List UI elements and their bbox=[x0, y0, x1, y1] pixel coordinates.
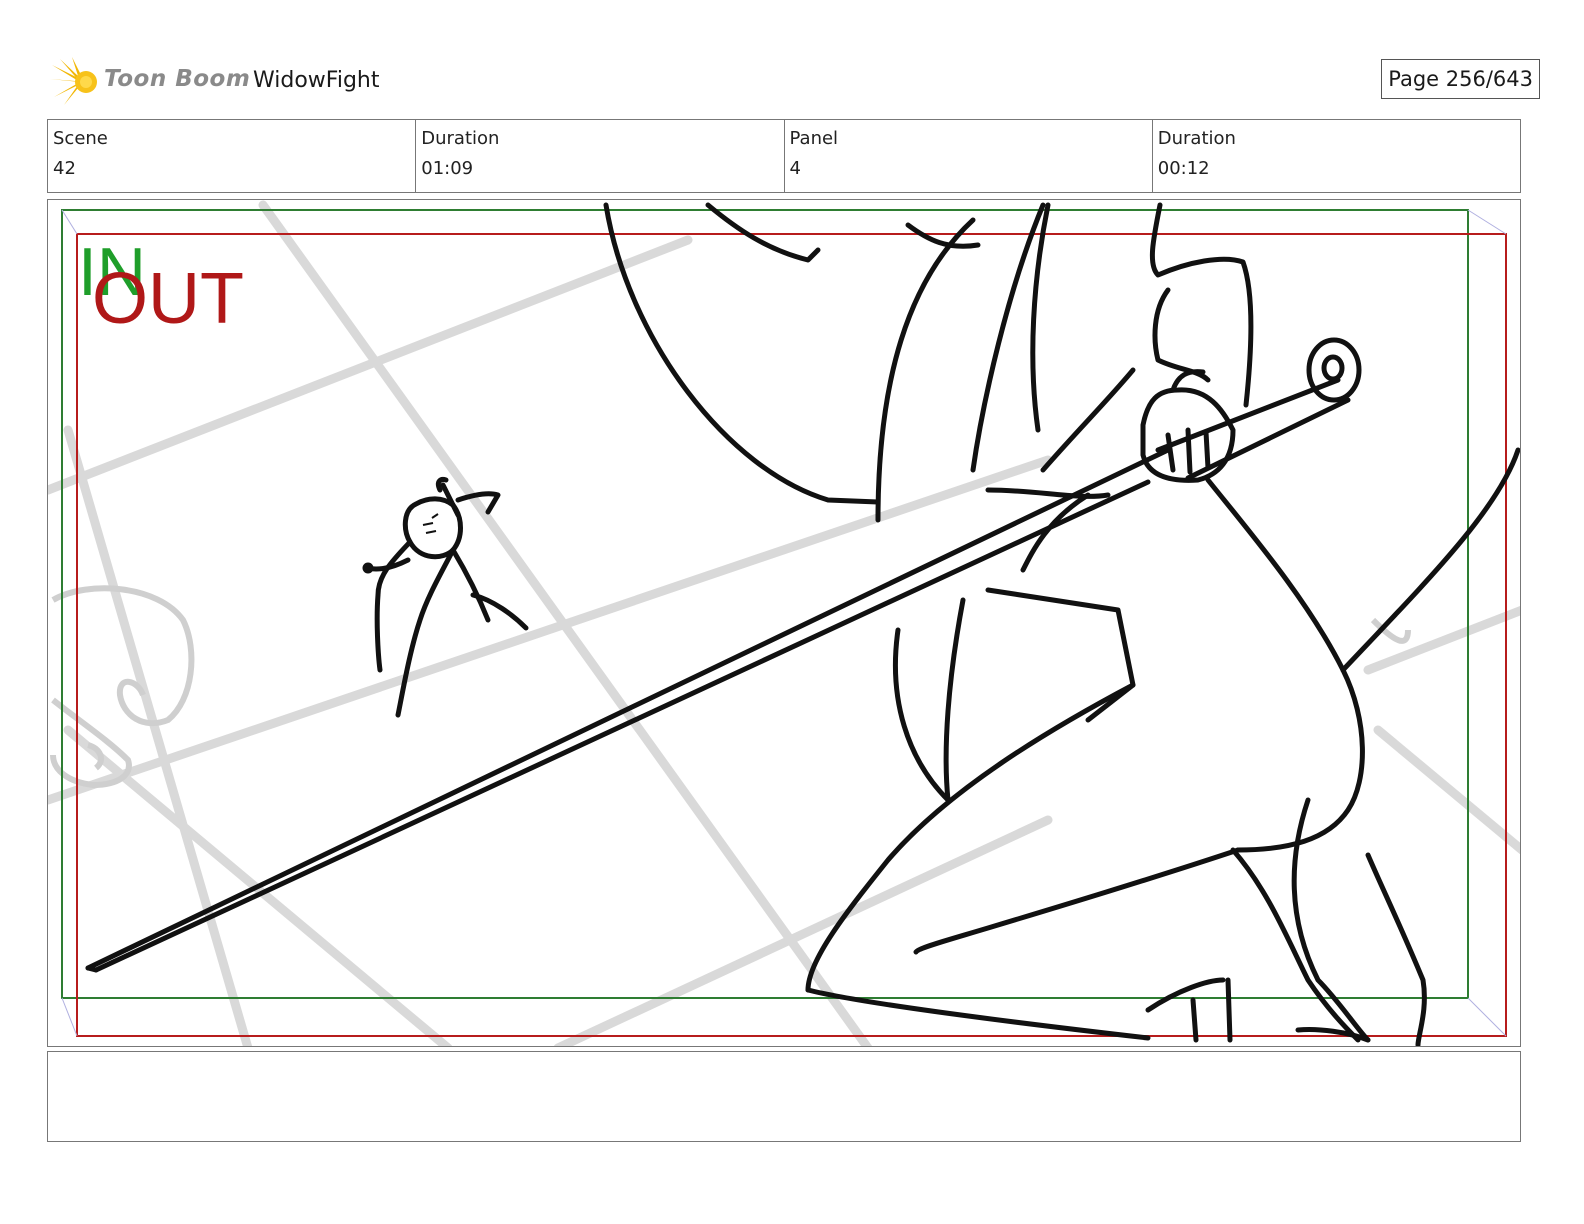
toon-boom-logo-icon bbox=[50, 57, 108, 107]
scene-label: Scene bbox=[53, 128, 108, 149]
storyboard-panel: IN OUT bbox=[47, 199, 1521, 1047]
scene-value: 42 bbox=[53, 158, 76, 179]
scene-duration-cell: Duration 01:09 bbox=[416, 120, 785, 192]
panel-label: Panel bbox=[789, 128, 839, 149]
scene-duration-label: Duration bbox=[421, 128, 500, 149]
out-marker: OUT bbox=[92, 259, 244, 339]
panel-value: 4 bbox=[789, 158, 801, 179]
panel-drawing: IN OUT bbox=[48, 200, 1520, 1046]
project-title: WidowFight bbox=[253, 68, 380, 93]
sketch-lines bbox=[85, 202, 1520, 1046]
spider-details bbox=[422, 513, 439, 534]
logo-text: Toon Boom bbox=[104, 66, 251, 92]
scene-info-table: Scene 42 Duration 01:09 Panel 4 Duration… bbox=[47, 119, 1521, 193]
panel-duration-label: Duration bbox=[1157, 128, 1236, 149]
panel-duration-cell: Duration 00:12 bbox=[1153, 120, 1520, 192]
panel-duration-value: 00:12 bbox=[1157, 158, 1210, 179]
header: Toon Boom WidowFight Page 256/643 bbox=[50, 55, 1540, 107]
scene-cell: Scene 42 bbox=[48, 120, 417, 192]
ghost-figure bbox=[50, 585, 1411, 789]
notes-area[interactable] bbox=[47, 1051, 1521, 1142]
page-number: Page 256/643 bbox=[1381, 59, 1540, 99]
panel-cell: Panel 4 bbox=[785, 120, 1153, 192]
scene-duration-value: 01:09 bbox=[421, 158, 474, 179]
